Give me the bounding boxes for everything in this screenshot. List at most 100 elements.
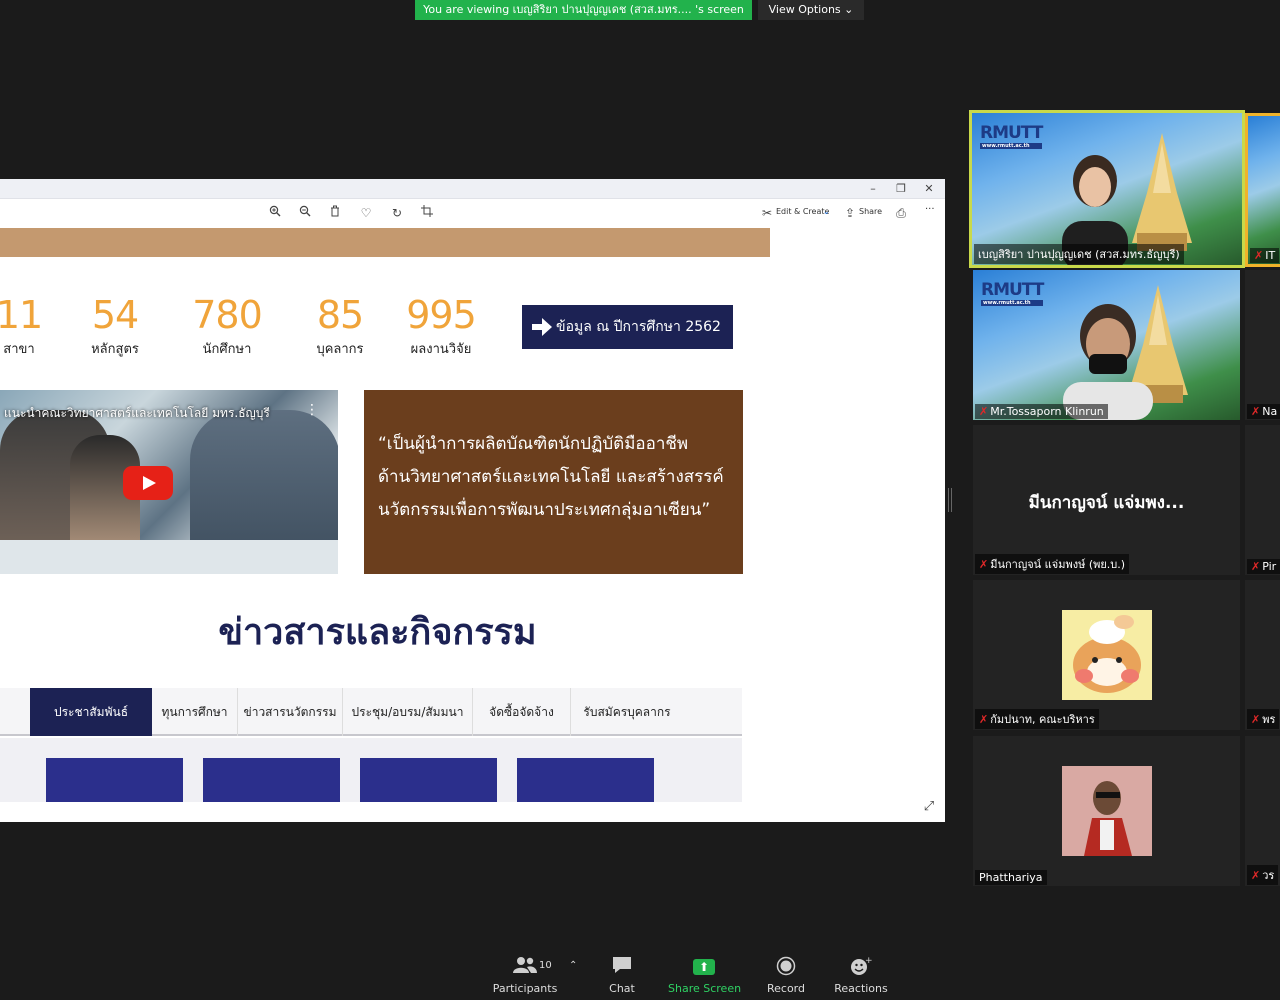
tab-meetings-training[interactable]: ประชุม/อบรม/สัมมนา bbox=[343, 688, 473, 736]
stat-departments: 11 สาขา bbox=[0, 293, 50, 359]
chevron-down-icon[interactable]: ⌄ bbox=[823, 207, 830, 216]
record-icon bbox=[761, 956, 811, 978]
quote-line: “เป็นผู้นำการผลิตบัณฑิตนักปฏิบัติมืออาชี… bbox=[378, 434, 689, 454]
favorite-heart-icon[interactable]: ♡ bbox=[358, 205, 374, 221]
rmutt-logo: RMUTT www.rmutt.ac.th bbox=[981, 280, 1044, 306]
stat-label: หลักสูตร bbox=[91, 342, 139, 357]
youtube-play-icon[interactable] bbox=[123, 466, 173, 500]
record-label: Record bbox=[766, 982, 805, 995]
chevron-up-icon[interactable]: ⌃ bbox=[569, 960, 577, 971]
stat-value: 780 bbox=[192, 293, 263, 337]
stat-students: 780 นักศึกษา bbox=[182, 293, 272, 359]
arrow-right-icon bbox=[532, 318, 552, 336]
minimize-button[interactable]: – bbox=[865, 181, 881, 197]
restore-button[interactable]: ❐ bbox=[893, 181, 909, 197]
view-options-button[interactable]: View Options ⌄ bbox=[758, 0, 864, 20]
header-banner-strip bbox=[0, 228, 770, 257]
academic-year-badge: ข้อมูล ณ ปีการศึกษา 2562 bbox=[522, 305, 733, 349]
print-icon[interactable]: ⎙ bbox=[893, 205, 909, 221]
news-card[interactable] bbox=[360, 758, 497, 802]
reactions-button[interactable]: + Reactions bbox=[831, 956, 891, 995]
participant-name: ✗ มีนกาญจน์ แจ่มพงษ์ (พย.บ.) bbox=[975, 554, 1130, 574]
tab-procurement[interactable]: จัดซื้อจัดจ้าง bbox=[473, 688, 571, 736]
share-button[interactable]: Share bbox=[859, 207, 882, 216]
rmutt-logo: RMUTT www.rmutt.ac.th bbox=[980, 123, 1043, 149]
reactions-label: Reactions bbox=[834, 982, 888, 995]
video-tile-active-speaker[interactable]: RMUTT www.rmutt.ac.th เบญสิริยา ปานปุญญเด… bbox=[969, 110, 1245, 268]
rotate-icon[interactable]: ↻ bbox=[389, 205, 405, 221]
news-card[interactable] bbox=[517, 758, 654, 802]
chat-button[interactable]: Chat bbox=[597, 956, 647, 995]
tab-recruitment[interactable]: รับสมัครบุคลากร bbox=[571, 688, 683, 736]
video-tile-partial[interactable]: ✗ IT bbox=[1245, 113, 1280, 267]
video-tile-partial[interactable]: ✗ วร bbox=[1245, 736, 1280, 886]
tab-innovation-news[interactable]: ข่าวสารนวัตกรรม bbox=[238, 688, 343, 736]
video-tile-partial[interactable]: ✗ Na bbox=[1245, 270, 1280, 420]
crop-icon[interactable] bbox=[419, 205, 435, 221]
muted-mic-icon: ✗ bbox=[979, 405, 989, 418]
more-options-button[interactable]: ··· bbox=[925, 204, 935, 215]
video-tile[interactable]: มีนกาญจน์ แจ่มพง... ✗ มีนกาญจน์ แจ่มพงษ์ … bbox=[973, 425, 1240, 575]
cartoon-avatar bbox=[1062, 610, 1152, 700]
participant-name: ✗ Pir bbox=[1247, 559, 1280, 574]
muted-mic-icon: ✗ bbox=[1251, 869, 1261, 882]
stat-research: 995 ผลงานวิจัย bbox=[396, 293, 486, 359]
shared-screen-window: – ❐ ✕ ♡ ↻ ✂ Edit & Create ⌄ ⇪ Share ⎙ ··… bbox=[0, 179, 945, 822]
muted-mic-icon: ✗ bbox=[979, 558, 989, 571]
chat-icon bbox=[597, 956, 647, 978]
participant-name: ✗ วร bbox=[1247, 865, 1279, 885]
stat-value: 995 bbox=[406, 293, 477, 337]
viewing-screen-banner: You are viewing เบญสิริยา ปานปุญญเดช (สว… bbox=[415, 0, 752, 20]
participant-name: ✗ พร bbox=[1247, 709, 1280, 729]
stat-label: สาขา bbox=[3, 342, 35, 357]
news-card[interactable] bbox=[203, 758, 340, 802]
video-tile[interactable]: ✗ กัมปนาท, คณะบริหาร bbox=[973, 580, 1240, 730]
record-button[interactable]: Record bbox=[761, 956, 811, 995]
stat-value: 11 bbox=[0, 293, 43, 337]
quote-line: นวัตกรรมเพื่อการพัฒนาประเทศกลุ่มอาเซียน” bbox=[378, 500, 711, 520]
video-scene bbox=[0, 540, 338, 574]
academic-year-text: ข้อมูล ณ ปีการศึกษา 2562 bbox=[556, 319, 721, 335]
share-icon[interactable]: ⇪ bbox=[842, 205, 858, 221]
meeting-controls-bar: Participants 10 ⌃ Chat ⬆ Share Screen Re… bbox=[0, 948, 1280, 1000]
edit-create-button[interactable]: Edit & Create bbox=[776, 207, 829, 216]
zoom-out-icon[interactable] bbox=[297, 205, 313, 221]
close-button[interactable]: ✕ bbox=[921, 181, 937, 197]
svg-text:+: + bbox=[865, 956, 872, 966]
stat-personnel: 85 บุคลากร bbox=[300, 293, 380, 359]
zoom-in-icon[interactable] bbox=[267, 205, 283, 221]
video-tile[interactable]: Phatthariya bbox=[973, 736, 1240, 886]
video-menu-icon[interactable]: ⋮ bbox=[305, 402, 319, 418]
window-titlebar: – ❐ ✕ bbox=[0, 179, 945, 199]
participant-name: ✗ Na bbox=[1247, 404, 1280, 419]
stat-label: นักศึกษา bbox=[202, 342, 252, 357]
delete-icon[interactable] bbox=[327, 205, 343, 221]
participant-person bbox=[1063, 304, 1153, 420]
expand-icon[interactable]: ⤢ bbox=[921, 799, 937, 815]
edit-create-icon[interactable]: ✂ bbox=[759, 205, 775, 221]
stat-label: บุคลากร bbox=[316, 342, 364, 357]
tab-scholarships[interactable]: ทุนการศึกษา bbox=[152, 688, 238, 736]
participant-name: ✗ Mr.Tossaporn Klinrun bbox=[975, 404, 1108, 419]
video-tile-partial[interactable]: ✗ พร bbox=[1245, 580, 1280, 730]
youtube-video-thumbnail[interactable]: แนะนำคณะวิทยาศาสตร์และเทคโนโลยี มทร.ธัญบ… bbox=[0, 390, 338, 574]
video-title: แนะนำคณะวิทยาศาสตร์และเทคโนโลยี มทร.ธัญบ… bbox=[4, 406, 270, 420]
participants-label: Participants bbox=[492, 982, 558, 995]
participant-count: 10 bbox=[539, 960, 552, 971]
muted-mic-icon: ✗ bbox=[1251, 713, 1261, 726]
stat-label: ผลงานวิจัย bbox=[410, 342, 472, 357]
share-screen-label: Share Screen bbox=[668, 982, 742, 995]
news-tab-strip: ประชาสัมพันธ์ ทุนการศึกษา ข่าวสารนวัตกรร… bbox=[0, 688, 742, 736]
share-screen-icon: ⬆ bbox=[668, 956, 740, 978]
resize-handle[interactable] bbox=[948, 488, 952, 512]
participant-display-name: มีนกาญจน์ แจ่มพง... bbox=[1028, 493, 1185, 513]
news-card[interactable] bbox=[46, 758, 183, 802]
muted-mic-icon: ✗ bbox=[1254, 249, 1264, 262]
participant-name: เบญสิริยา ปานปุญญเดช (สวส.มทร.ธัญบุรี) bbox=[974, 244, 1184, 264]
tab-public-relations[interactable]: ประชาสัมพันธ์ bbox=[30, 688, 152, 736]
video-tile[interactable]: RMUTT www.rmutt.ac.th ✗ Mr.Tossaporn Klinr… bbox=[973, 270, 1240, 420]
video-tile-partial[interactable]: ✗ Pir bbox=[1245, 425, 1280, 575]
share-screen-button[interactable]: ⬆ Share Screen bbox=[668, 956, 742, 995]
stat-value: 85 bbox=[316, 293, 364, 337]
muted-mic-icon: ✗ bbox=[979, 713, 989, 726]
